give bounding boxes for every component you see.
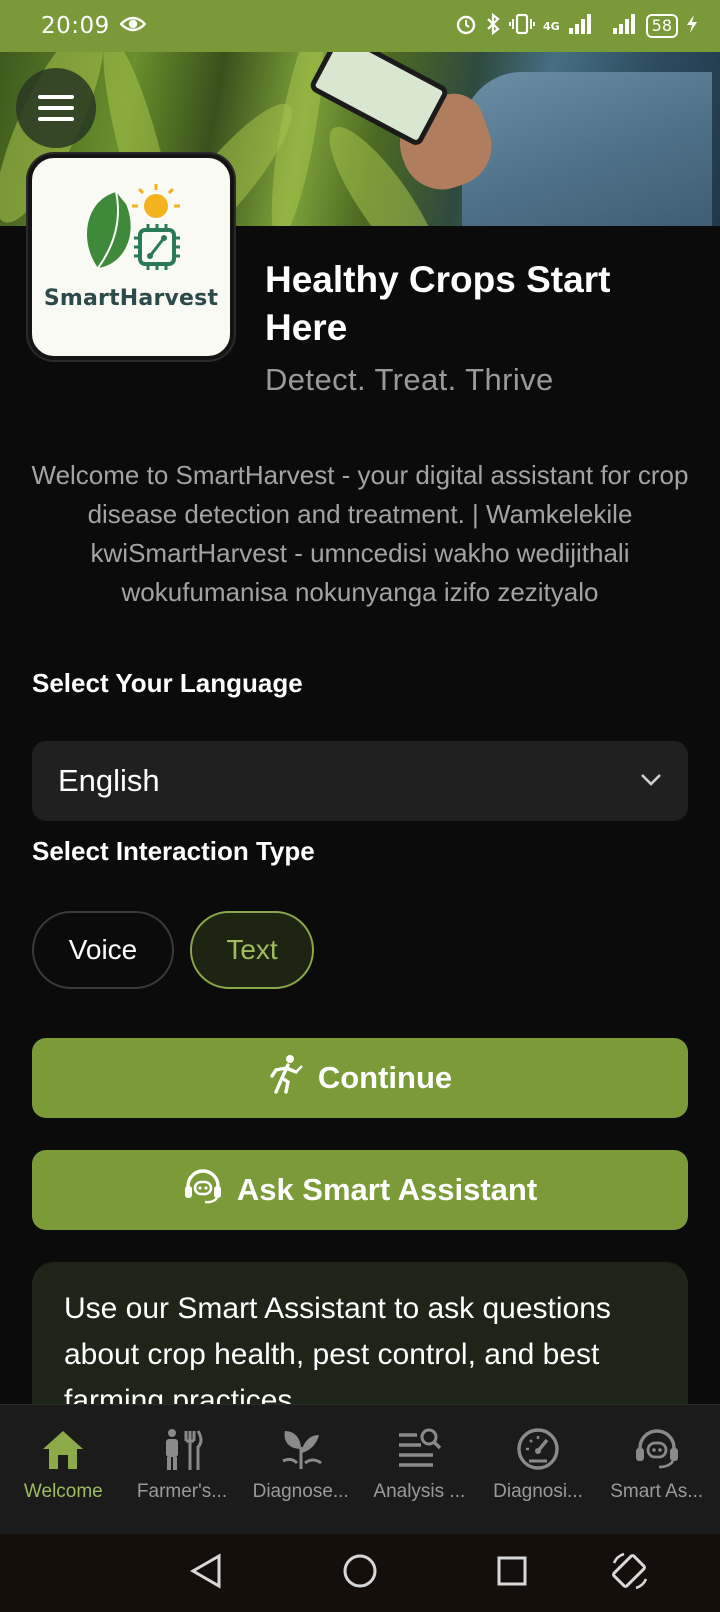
back-button[interactable] xyxy=(166,1534,246,1612)
voice-chip[interactable]: Voice xyxy=(32,911,174,989)
recents-square-icon xyxy=(496,1555,528,1591)
page-title: Healthy Crops Start Here xyxy=(265,259,611,348)
system-navigation-bar xyxy=(0,1534,720,1612)
status-time: 20:09 xyxy=(41,13,110,39)
nav-label-diagnosis: Diagnosi... xyxy=(493,1481,583,1502)
battery-level: 58 xyxy=(645,14,678,38)
welcome-text: Welcome to SmartHarvest - your digital a… xyxy=(31,460,689,607)
status-bar: 20:09 4G 58 xyxy=(0,0,720,52)
gauge-icon xyxy=(514,1427,562,1475)
nav-label-analysis: Analysis ... xyxy=(373,1481,466,1502)
ask-smart-assistant-button[interactable]: Ask Smart Assistant xyxy=(32,1150,688,1230)
language-selected-value: English xyxy=(58,763,160,798)
back-triangle-icon xyxy=(189,1553,223,1593)
home-button[interactable] xyxy=(320,1534,400,1612)
smartharvest-logo-icon xyxy=(86,184,180,270)
nav-item-smart-assistant[interactable]: Smart As... xyxy=(597,1405,716,1534)
continue-label: Continue xyxy=(317,1060,453,1095)
analysis-icon xyxy=(395,1427,443,1475)
language-label: Select Your Language xyxy=(32,668,303,698)
logo-text: SmartHarvest xyxy=(43,286,219,311)
bottom-navigation: Welcome Farmer's... Diagnose... Analysis… xyxy=(0,1404,720,1534)
app-logo: SmartHarvest xyxy=(28,154,234,360)
headset-icon xyxy=(633,1427,681,1475)
ask-assistant-label: Ask Smart Assistant xyxy=(236,1172,538,1207)
menu-button[interactable] xyxy=(16,68,96,148)
signal-icon xyxy=(568,13,594,40)
home-icon xyxy=(39,1427,87,1475)
nav-item-farmers[interactable]: Farmer's... xyxy=(123,1405,242,1534)
walking-person-icon xyxy=(268,1054,304,1102)
nav-item-diagnosis[interactable]: Diagnosi... xyxy=(479,1405,598,1534)
alarm-icon xyxy=(455,13,477,40)
hamburger-icon xyxy=(38,95,74,99)
nav-item-welcome[interactable]: Welcome xyxy=(4,1405,123,1534)
chevron-down-icon xyxy=(640,772,662,791)
nav-label-welcome: Welcome xyxy=(23,1481,103,1502)
nav-label-farmers: Farmer's... xyxy=(136,1481,228,1502)
page-subtitle: Detect. Treat. Thrive xyxy=(265,362,554,397)
headset-icon xyxy=(183,1168,223,1212)
rotate-screen-icon xyxy=(610,1551,650,1595)
vibrate-icon xyxy=(508,13,535,40)
bluetooth-icon xyxy=(485,12,501,40)
interaction-type-chips: Voice Text xyxy=(32,911,314,989)
nav-label-diagnose: Diagnose... xyxy=(252,1481,349,1502)
language-select[interactable]: English xyxy=(32,741,688,821)
network-label: 4G xyxy=(542,19,560,33)
eye-icon xyxy=(119,15,147,37)
continue-button[interactable]: Continue xyxy=(32,1038,688,1118)
recents-button[interactable] xyxy=(472,1534,552,1612)
rotate-button[interactable] xyxy=(590,1534,670,1612)
interaction-type-label: Select Interaction Type xyxy=(32,836,315,866)
plant-diagnose-icon xyxy=(277,1427,325,1475)
charging-icon xyxy=(686,14,698,39)
nav-label-smart-assistant: Smart As... xyxy=(610,1481,704,1502)
text-chip[interactable]: Text xyxy=(190,911,314,989)
nav-item-diagnose[interactable]: Diagnose... xyxy=(241,1405,360,1534)
signal-icon-2 xyxy=(612,13,638,40)
nav-item-analysis[interactable]: Analysis ... xyxy=(360,1405,479,1534)
farmer-tools-icon xyxy=(158,1427,206,1475)
home-circle-icon xyxy=(342,1553,378,1593)
